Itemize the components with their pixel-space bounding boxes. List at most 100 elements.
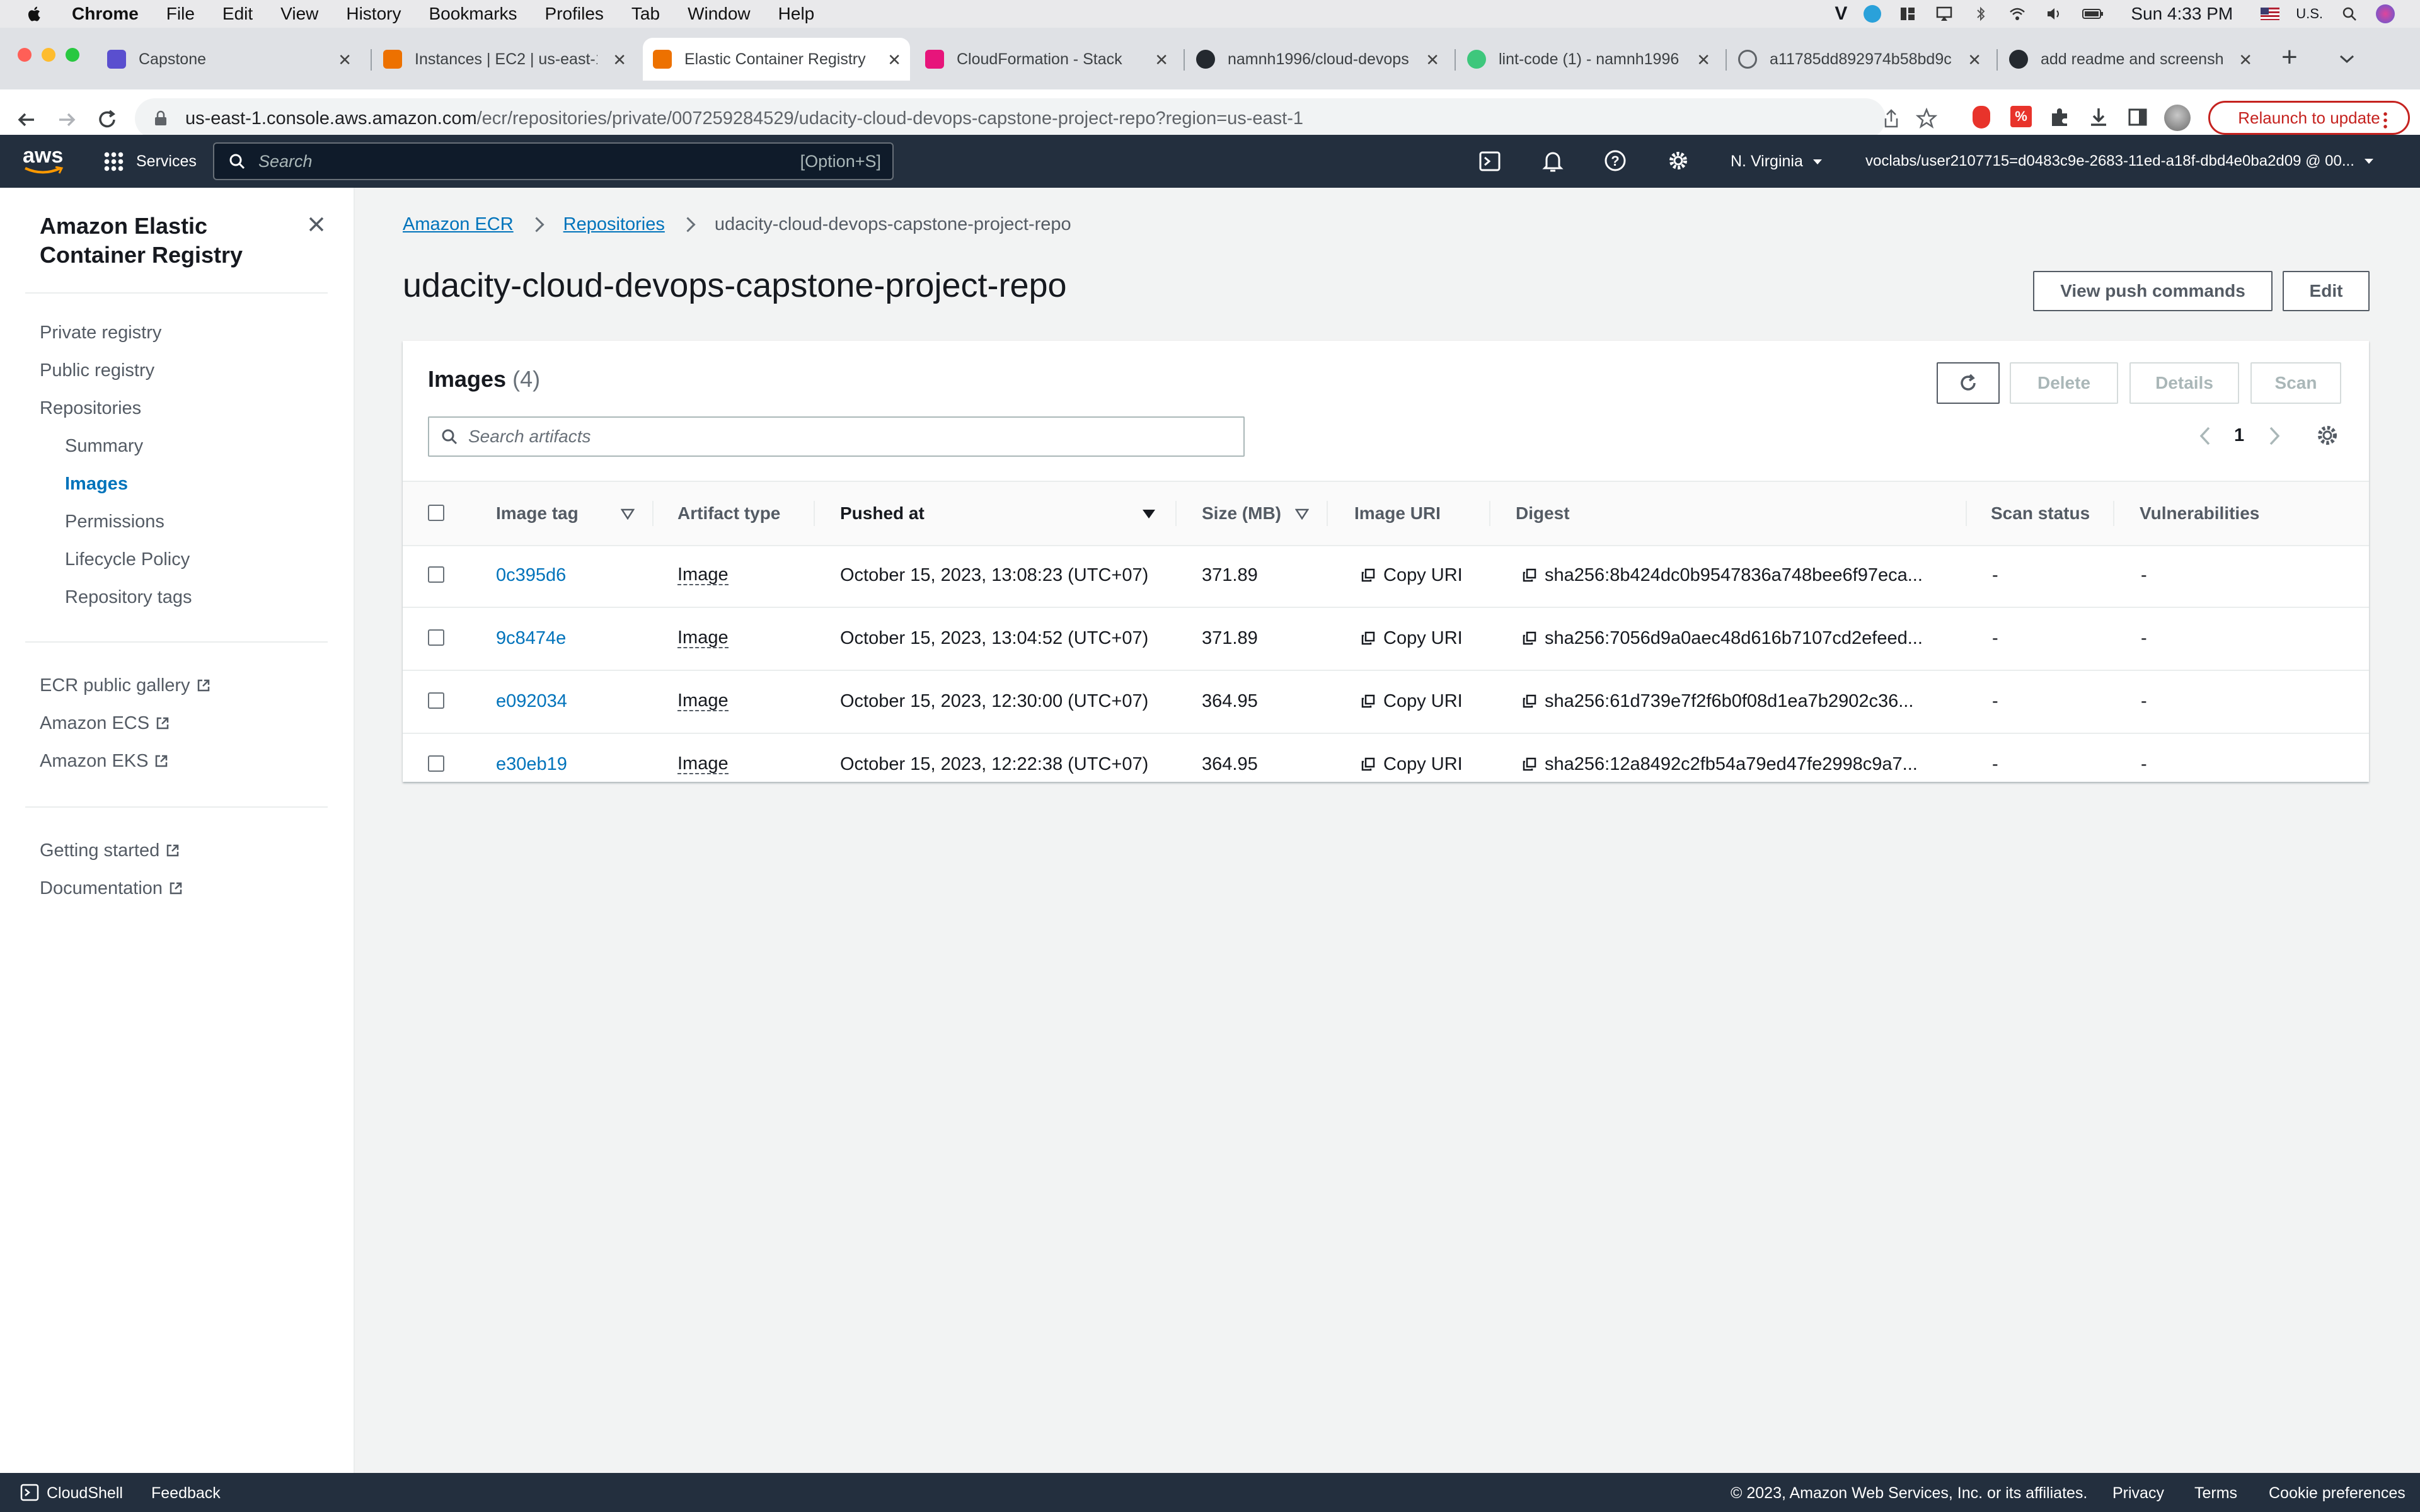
row-checkbox[interactable] — [428, 692, 444, 709]
artifact-type[interactable]: Image — [677, 565, 729, 585]
copy-uri-button[interactable]: Copy URI — [1361, 628, 1463, 649]
image-tag-link[interactable]: e30eb19 — [496, 754, 567, 775]
back-arrow-icon[interactable] — [14, 107, 39, 132]
battery-icon[interactable] — [2080, 5, 2106, 23]
forward-arrow-icon[interactable] — [54, 107, 79, 132]
copy-uri-button[interactable]: Copy URI — [1361, 691, 1463, 712]
telegram-icon[interactable] — [1864, 5, 1882, 23]
bluetooth-icon[interactable] — [1971, 5, 1991, 23]
view-push-commands-button[interactable]: View push commands — [2033, 271, 2273, 311]
refresh-button[interactable] — [1937, 362, 2000, 404]
image-tag-link[interactable]: 0c395d6 — [496, 565, 566, 586]
wifi-icon[interactable] — [2007, 5, 2027, 23]
table-row[interactable]: e30eb19 Image October 15, 2023, 12:22:38… — [403, 733, 2369, 796]
bookmark-star-icon[interactable] — [1916, 108, 1937, 129]
nav-amazon-eks[interactable]: Amazon EKS — [40, 751, 168, 772]
input-source-label[interactable]: U.S. — [2296, 6, 2323, 22]
relaunch-to-update-button[interactable]: Relaunch to update — [2208, 101, 2410, 135]
window-manager-icon[interactable] — [1898, 5, 1918, 23]
menu-help[interactable]: Help — [778, 4, 815, 24]
new-tab-plus-icon[interactable]: + — [2281, 42, 2298, 73]
footer-cookie-preferences-link[interactable]: Cookie preferences — [2269, 1484, 2406, 1503]
menu-app-chrome[interactable]: Chrome — [72, 4, 139, 24]
menu-file[interactable]: File — [166, 4, 195, 24]
close-tab-icon[interactable]: ✕ — [1697, 50, 1710, 70]
tab-cloudformation[interactable]: CloudFormation - Stack ✕ — [925, 38, 1177, 81]
pagination-page-number[interactable]: 1 — [2234, 425, 2244, 446]
menu-tab[interactable]: Tab — [631, 4, 660, 24]
col-size[interactable]: Size (MB) — [1202, 503, 1281, 524]
close-tab-icon[interactable]: ✕ — [1426, 50, 1439, 70]
nav-repositories[interactable]: Repositories — [40, 398, 141, 419]
nav-ecr-public-gallery[interactable]: ECR public gallery — [40, 675, 210, 696]
tab-ecr-active[interactable]: Elastic Container Registry ✕ — [643, 38, 910, 81]
lock-icon[interactable] — [154, 110, 168, 127]
tab-search-chevron-icon[interactable] — [2338, 53, 2356, 66]
services-menu[interactable]: Services — [103, 151, 197, 171]
tab-loadbalancer[interactable]: a11785dd892974b58bd9c ✕ — [1738, 38, 1990, 81]
tab-github-repo[interactable]: namnh1996/cloud-devops ✕ — [1196, 38, 1448, 81]
tab-capstone[interactable]: Capstone ✕ — [107, 38, 360, 81]
console-search-input[interactable]: Search [Option+S] — [213, 142, 894, 180]
menu-history[interactable]: History — [346, 4, 401, 24]
table-row[interactable]: e092034 Image October 15, 2023, 12:30:00… — [403, 670, 2369, 734]
menu-edit[interactable]: Edit — [222, 4, 253, 24]
extensions-puzzle-icon[interactable] — [2048, 106, 2071, 129]
footer-privacy-link[interactable]: Privacy — [2112, 1484, 2164, 1503]
image-tag-link[interactable]: 9c8474e — [496, 628, 566, 649]
digest[interactable]: sha256:8b424dc0b9547836a748bee6f97eca... — [1522, 565, 1923, 586]
copy-uri-button[interactable]: Copy URI — [1361, 754, 1463, 775]
menu-bookmarks[interactable]: Bookmarks — [429, 4, 517, 24]
close-window-button[interactable] — [18, 48, 32, 62]
details-button[interactable]: Details — [2129, 362, 2239, 404]
scan-button[interactable]: Scan — [2250, 362, 2341, 404]
menu-profiles[interactable]: Profiles — [545, 4, 604, 24]
sort-caret-icon[interactable] — [1295, 508, 1309, 520]
nav-public-registry[interactable]: Public registry — [40, 360, 154, 381]
image-tag-link[interactable]: e092034 — [496, 691, 567, 712]
help-icon[interactable]: ? — [1603, 149, 1627, 173]
pagination-prev-icon[interactable] — [2199, 425, 2211, 447]
artifact-type[interactable]: Image — [677, 691, 729, 711]
download-icon[interactable] — [2087, 106, 2110, 129]
extension-shield-icon[interactable] — [1973, 106, 1990, 129]
close-tab-icon[interactable]: ✕ — [2238, 50, 2252, 70]
table-preferences-gear-icon[interactable] — [2315, 423, 2340, 448]
account-menu[interactable]: voclabs/user2107715=d0483c9e-2683-11ed-a… — [1865, 152, 2375, 170]
volume-icon[interactable] — [2044, 5, 2064, 23]
col-image-tag[interactable]: Image tag — [496, 503, 579, 524]
col-pushed-at[interactable]: Pushed at — [840, 503, 925, 524]
close-tab-icon[interactable]: ✕ — [1155, 50, 1168, 70]
nav-lifecycle-policy[interactable]: Lifecycle Policy — [65, 549, 190, 570]
breadcrumb-amazon-ecr[interactable]: Amazon ECR — [403, 214, 514, 235]
spotlight-search-icon[interactable] — [2339, 5, 2360, 23]
sort-descending-icon[interactable] — [1141, 508, 1156, 520]
nav-summary[interactable]: Summary — [65, 436, 143, 457]
footer-cloudshell-link[interactable]: CloudShell — [47, 1484, 123, 1503]
edit-button[interactable]: Edit — [2283, 271, 2370, 311]
close-tab-icon[interactable]: ✕ — [338, 50, 352, 70]
profile-avatar[interactable] — [2164, 105, 2191, 131]
aws-logo[interactable]: aws — [23, 144, 67, 179]
siri-icon[interactable] — [2376, 4, 2395, 23]
delete-button[interactable]: Delete — [2010, 362, 2118, 404]
sort-caret-icon[interactable] — [621, 508, 635, 520]
settings-gear-icon[interactable] — [1666, 149, 1690, 173]
breadcrumb-repositories[interactable]: Repositories — [563, 214, 665, 235]
nav-private-registry[interactable]: Private registry — [40, 323, 161, 343]
close-tab-icon[interactable]: ✕ — [613, 50, 626, 70]
menu-view[interactable]: View — [280, 4, 318, 24]
nav-documentation[interactable]: Documentation — [40, 878, 183, 899]
pagination-next-icon[interactable] — [2268, 425, 2281, 447]
airplay-icon[interactable] — [1934, 5, 1954, 23]
side-panel-icon[interactable] — [2126, 106, 2149, 129]
digest[interactable]: sha256:7056d9a0aec48d616b7107cd2efeed... — [1522, 628, 1923, 649]
row-checkbox[interactable] — [428, 629, 444, 646]
address-bar[interactable]: us-east-1.console.aws.amazon.com/ecr/rep… — [135, 98, 1937, 139]
nav-permissions[interactable]: Permissions — [65, 512, 164, 532]
zoom-window-button[interactable] — [66, 48, 79, 62]
clock-text[interactable]: Sun 4:33 PM — [2131, 4, 2233, 24]
search-artifacts-input[interactable]: Search artifacts — [428, 416, 1245, 457]
nav-getting-started[interactable]: Getting started — [40, 840, 180, 861]
nav-repository-tags[interactable]: Repository tags — [65, 587, 192, 608]
